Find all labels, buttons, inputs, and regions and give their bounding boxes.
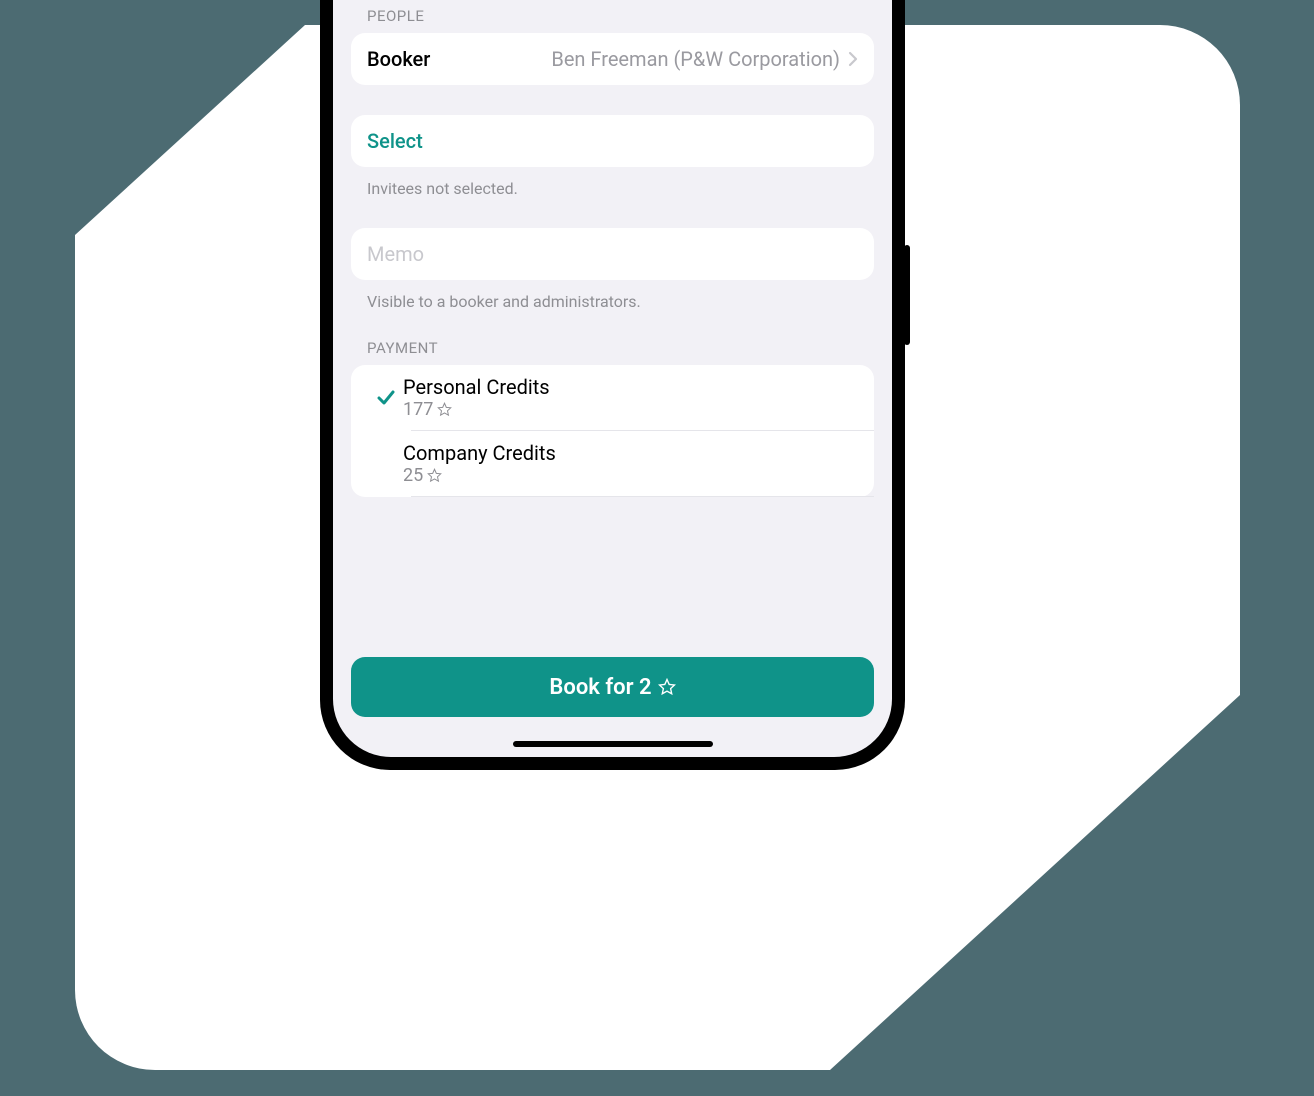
payment-section-label: PAYMENT xyxy=(351,311,874,365)
phone-screen: PEOPLE Booker Ben Freeman (P&W Corporati… xyxy=(333,0,892,757)
memo-input[interactable]: Memo xyxy=(351,228,874,280)
payment-options: Personal Credits 177 Company Credits 25 xyxy=(351,365,874,497)
select-invitees-row[interactable]: Select xyxy=(351,115,874,167)
book-button-label: Book for 2 xyxy=(549,675,651,700)
phone-frame: PEOPLE Booker Ben Freeman (P&W Corporati… xyxy=(320,0,905,770)
payment-option-amount: 177 xyxy=(403,399,433,420)
payment-option-title: Company Credits xyxy=(403,441,556,465)
booker-row[interactable]: Booker Ben Freeman (P&W Corporation) xyxy=(351,33,874,85)
star-icon xyxy=(427,468,442,483)
people-section-label: PEOPLE xyxy=(351,0,874,33)
payment-option-title: Personal Credits xyxy=(403,375,550,399)
home-indicator xyxy=(513,741,713,747)
book-button[interactable]: Book for 2 xyxy=(351,657,874,717)
check-icon xyxy=(369,387,403,409)
select-label: Select xyxy=(367,129,423,153)
invitees-hint: Invitees not selected. xyxy=(351,167,874,198)
payment-option-personal[interactable]: Personal Credits 177 xyxy=(351,365,874,430)
booker-value: Ben Freeman (P&W Corporation) xyxy=(551,47,840,71)
booker-label: Booker xyxy=(367,47,430,71)
chevron-right-icon xyxy=(848,51,858,67)
memo-placeholder: Memo xyxy=(367,242,424,266)
memo-hint: Visible to a booker and administrators. xyxy=(351,280,874,311)
star-icon xyxy=(658,678,676,696)
payment-option-amount: 25 xyxy=(403,465,423,486)
payment-option-company[interactable]: Company Credits 25 xyxy=(351,431,874,496)
star-icon xyxy=(437,402,452,417)
